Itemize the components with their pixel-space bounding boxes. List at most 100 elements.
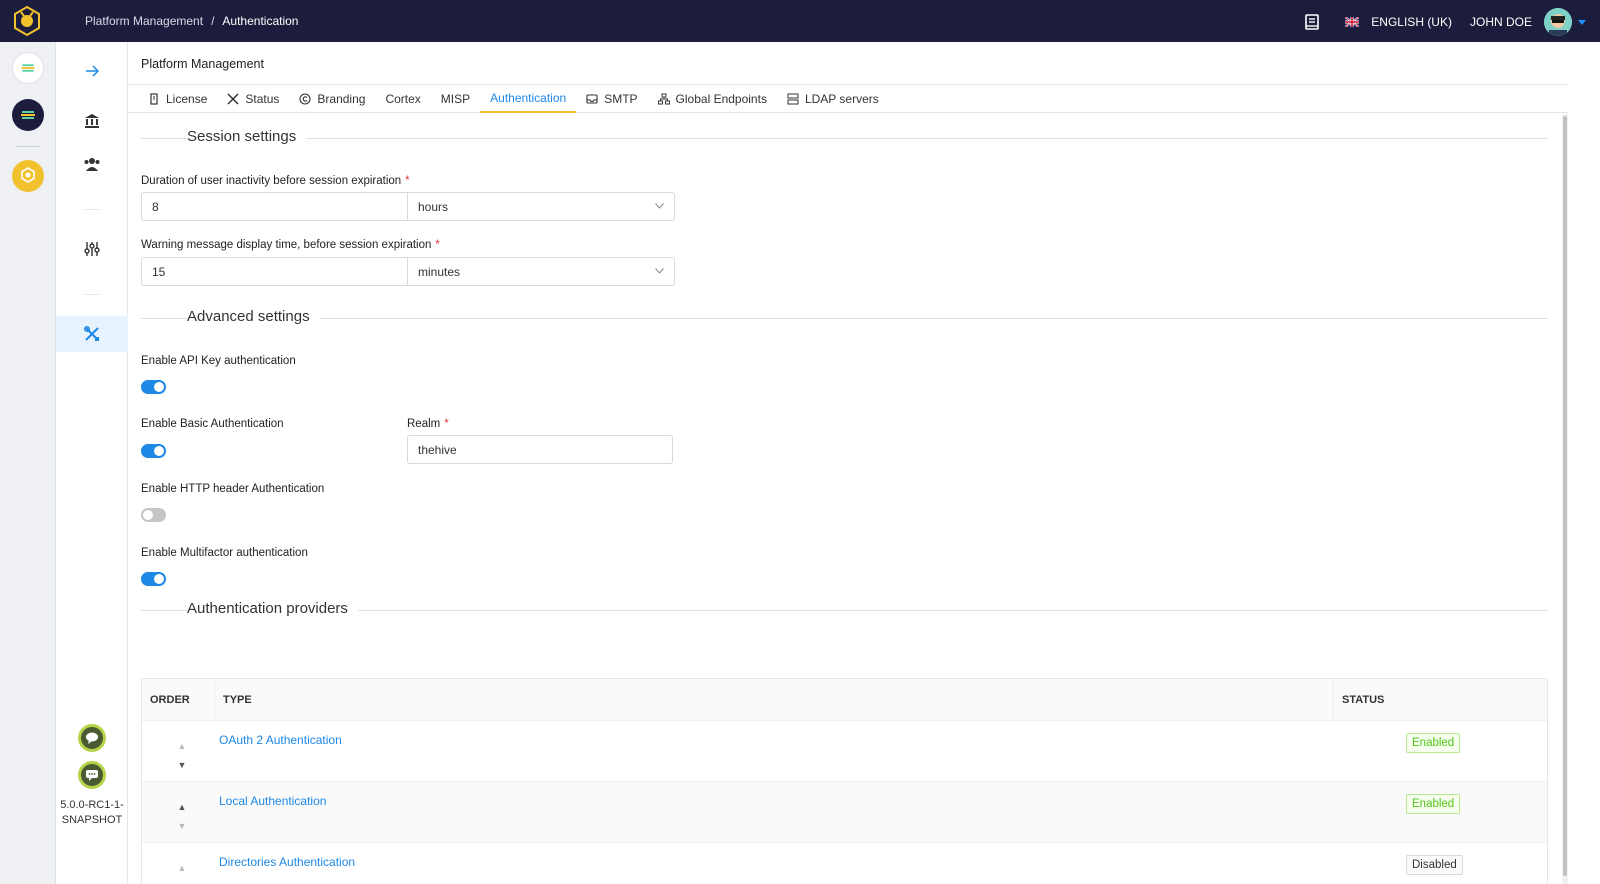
- user-menu-caret-icon[interactable]: [1578, 19, 1586, 25]
- rail-app-dark[interactable]: [12, 99, 44, 131]
- license-icon: [150, 93, 158, 105]
- providers-table: ORDER TYPE STATUS ▲ ▼ OAuth 2 Authentica…: [141, 678, 1548, 884]
- http-header-toggle[interactable]: [141, 508, 166, 522]
- rail-app-light[interactable]: [12, 52, 44, 84]
- breadcrumb-parent[interactable]: Platform Management: [85, 14, 203, 28]
- tab-label: Authentication: [490, 91, 567, 105]
- basic-auth-toggle[interactable]: [141, 444, 166, 458]
- tab-label: Branding: [317, 92, 366, 106]
- sidebar-expand-button[interactable]: [56, 53, 128, 89]
- tab-license[interactable]: License: [138, 85, 217, 113]
- move-down-icon[interactable]: ▼: [177, 817, 187, 836]
- column-header-order: ORDER: [142, 678, 215, 721]
- warning-unit-select[interactable]: minutes: [408, 258, 674, 285]
- tab-global-endpoints[interactable]: Global Endpoints: [648, 85, 777, 113]
- required-mark: *: [405, 175, 410, 187]
- status-badge: Enabled: [1406, 794, 1461, 814]
- chevron-down-icon: [655, 203, 664, 209]
- inactivity-label: Duration of user inactivity before sessi…: [141, 175, 410, 187]
- realm-input[interactable]: thehive: [407, 435, 673, 464]
- tab-label: MISP: [440, 92, 471, 106]
- section-heading: Authentication providers: [187, 600, 358, 617]
- language-selector[interactable]: ENGLISH (UK): [1371, 15, 1452, 29]
- api-key-label: Enable API Key authentication: [141, 355, 296, 367]
- http-header-label: Enable HTTP header Authentication: [141, 483, 325, 495]
- sidebar-item-platform-management[interactable]: [56, 316, 128, 352]
- move-down-icon[interactable]: ▼: [177, 756, 187, 775]
- mfa-toggle[interactable]: [141, 572, 166, 586]
- tab-branding[interactable]: Branding: [289, 85, 375, 113]
- sliders-icon: [84, 242, 100, 256]
- warning-duration-input[interactable]: 15: [142, 258, 408, 285]
- tab-label: Status: [245, 92, 280, 106]
- required-mark: *: [435, 239, 440, 251]
- section-advanced-settings: Advanced settings: [141, 308, 1548, 328]
- inactivity-duration-input[interactable]: 8: [142, 193, 408, 220]
- section-heading: Session settings: [187, 128, 307, 145]
- inactivity-label-text: Duration of user inactivity before sessi…: [141, 175, 402, 187]
- tab-misp[interactable]: MISP: [431, 85, 480, 113]
- arrow-right-icon: [86, 65, 99, 77]
- api-key-toggle[interactable]: [141, 380, 166, 394]
- rail-thehive-app[interactable]: [12, 160, 44, 192]
- move-up-icon[interactable]: ▲: [177, 798, 187, 817]
- column-header-type: TYPE: [215, 678, 1334, 721]
- tools-icon: [84, 326, 99, 341]
- tab-label: SMTP: [604, 92, 638, 106]
- table-header: ORDER TYPE STATUS: [142, 678, 1547, 721]
- tab-label: Global Endpoints: [675, 92, 767, 106]
- provider-link[interactable]: Directories Authentication: [219, 855, 355, 869]
- tab-authentication[interactable]: Authentication: [480, 85, 577, 113]
- section-session-settings: Session settings: [141, 128, 1548, 148]
- select-value: hours: [418, 200, 449, 214]
- table-row: ▲ ▼ Local Authentication Enabled: [142, 782, 1547, 843]
- avatar[interactable]: [1544, 8, 1572, 36]
- table-row: ▲ ▼ OAuth 2 Authentication Enabled: [142, 721, 1547, 782]
- feedback-button[interactable]: [78, 761, 106, 789]
- realm-label-text: Realm: [407, 418, 441, 430]
- chevron-down-icon: [655, 268, 664, 274]
- uk-flag-icon: [1345, 17, 1360, 27]
- rail-divider: [16, 146, 40, 147]
- book-icon[interactable]: [1305, 14, 1320, 30]
- breadcrumb: Platform Management / Authentication: [85, 14, 298, 28]
- page-title: Platform Management: [141, 57, 264, 71]
- tab-label: LDAP servers: [804, 92, 879, 106]
- table-row: ▲ ▼ Directories Authentication Disabled: [142, 843, 1547, 884]
- order-controls: ▲ ▼: [177, 737, 187, 775]
- sidebar-item-settings[interactable]: [56, 231, 128, 267]
- provider-link[interactable]: OAuth 2 Authentication: [219, 733, 342, 747]
- tab-smtp[interactable]: SMTP: [576, 85, 647, 113]
- sidebar-divider: [84, 294, 100, 295]
- column-header-status: STATUS: [1342, 693, 1385, 706]
- tab-ldap-servers[interactable]: LDAP servers: [777, 85, 889, 113]
- provider-link[interactable]: Local Authentication: [219, 794, 326, 808]
- chat-bubble-icon: [86, 732, 98, 744]
- tab-bar: License Status Branding Cortex MISP Auth…: [128, 85, 1568, 113]
- sidebar-item-users[interactable]: [56, 146, 128, 182]
- inactivity-unit-select[interactable]: hours: [408, 193, 674, 220]
- user-name[interactable]: JOHN DOE: [1470, 15, 1532, 29]
- bank-icon: [85, 114, 99, 128]
- move-down-icon[interactable]: ▼: [177, 878, 187, 884]
- warning-duration-group: 15 minutes: [141, 257, 675, 286]
- thehive-logo[interactable]: [10, 4, 44, 38]
- mfa-label: Enable Multifactor authentication: [141, 547, 308, 559]
- status-badge: Enabled: [1406, 733, 1461, 753]
- section-heading: Advanced settings: [187, 308, 320, 325]
- network-icon: [657, 93, 670, 105]
- move-up-icon[interactable]: ▲: [177, 859, 187, 878]
- sidebar-item-organisations[interactable]: [56, 103, 128, 139]
- app-rail: [0, 42, 56, 884]
- authentication-settings: Session settings Duration of user inacti…: [141, 114, 1551, 884]
- move-up-icon: ▲: [177, 741, 187, 751]
- scrollbar-thumb[interactable]: [1563, 116, 1567, 876]
- tab-status[interactable]: Status: [217, 85, 289, 113]
- realm-label: Realm *: [407, 418, 449, 430]
- support-chat-button[interactable]: [78, 724, 106, 752]
- warning-label: Warning message display time, before ses…: [141, 239, 440, 251]
- tab-cortex[interactable]: Cortex: [375, 85, 430, 113]
- version-label: 5.0.0-RC1-1-SNAPSHOT: [60, 799, 124, 826]
- inactivity-duration-group: 8 hours: [141, 192, 675, 221]
- breadcrumb-separator: /: [211, 14, 215, 28]
